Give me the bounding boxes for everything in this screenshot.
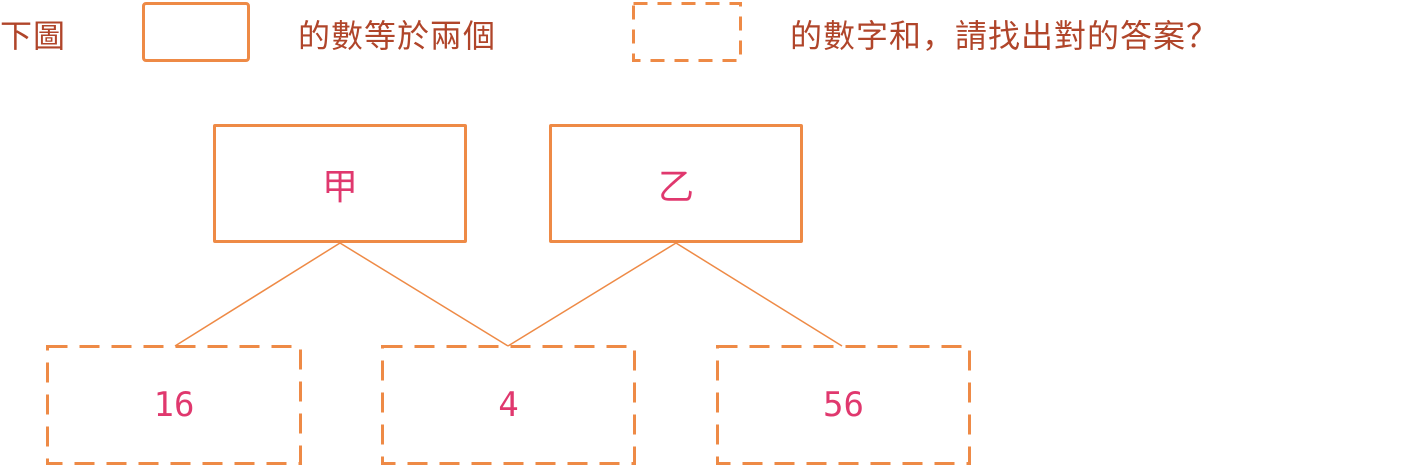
line-yi-to-56 [675,242,843,347]
bottom-box-1: 16 [46,345,302,465]
top-box-jia: 甲 [213,124,467,243]
bottom-box-3: 56 [716,345,971,465]
bottom-box-2: 4 [381,345,636,465]
top-box-label: 甲 [321,166,358,208]
bottom-box-1-border [46,345,302,465]
line-yi-to-4 [507,242,677,347]
bottom-box-2-border [381,345,636,465]
bottom-box-3-border [716,345,971,465]
top-box-label: 乙 [657,166,694,208]
line-jia-to-4 [339,242,509,347]
line-jia-to-16 [174,242,341,347]
top-box-yi: 乙 [549,124,803,243]
